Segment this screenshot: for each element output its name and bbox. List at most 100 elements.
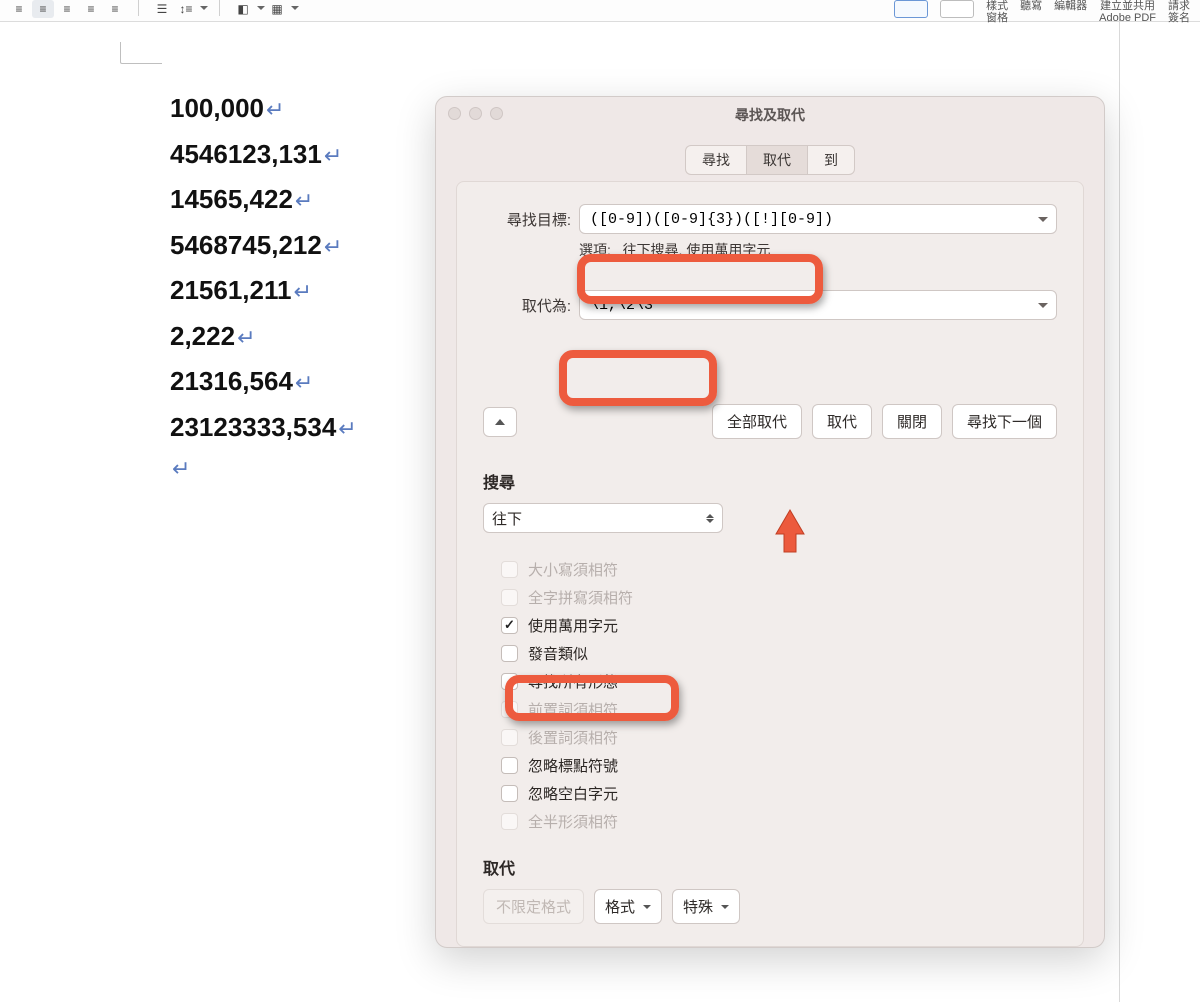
toolbar-separator <box>138 0 139 16</box>
search-section-title: 搜尋 <box>483 469 1057 493</box>
replace-button[interactable]: 取代 <box>812 404 872 439</box>
align-justify-icon[interactable]: ≡ <box>80 0 102 18</box>
checkbox-icon <box>501 813 518 830</box>
minimize-window-icon[interactable] <box>469 107 482 120</box>
ribbon-label-editor[interactable]: 編輯器 <box>1054 0 1087 12</box>
replace-section: 取代 不限定格式 格式 特殊 <box>483 855 1057 924</box>
zoom-window-icon[interactable] <box>490 107 503 120</box>
document-line: 4546123,131↵ <box>170 132 357 178</box>
annotation-arrow-icon <box>772 508 808 554</box>
line-spacing-icon[interactable]: ↕≡ <box>175 0 197 18</box>
replace-input[interactable] <box>580 297 1030 314</box>
document-line: 100,000↵ <box>170 86 357 132</box>
find-combo[interactable] <box>579 204 1057 234</box>
paragraph-mark-icon: ↵ <box>295 182 313 221</box>
tab-goto[interactable]: 到 <box>808 145 855 175</box>
ribbon-label-panes[interactable]: 樣式 窗格 <box>986 0 1008 24</box>
search-direction-select[interactable]: 往下 <box>483 503 723 533</box>
check-match-case: 大小寫須相符 <box>501 555 1057 583</box>
ruler-column <box>0 22 170 1001</box>
align-left-icon[interactable]: ≡ <box>8 0 30 18</box>
find-row: 尋找目標: <box>483 204 1057 234</box>
chevron-down-icon[interactable] <box>1030 217 1056 222</box>
ribbon-label-adobe-pdf[interactable]: 建立並共用 Adobe PDF <box>1099 0 1156 24</box>
replace-row: 取代為: <box>483 290 1057 320</box>
paragraph-group: ☰ ↕≡ <box>151 0 207 18</box>
ruler-tab-marker <box>120 42 162 64</box>
document-line: 21316,564↵ <box>170 359 357 405</box>
options-row: 選項: 往下搜尋, 使用萬用字元 <box>579 240 1057 260</box>
paragraph-mark-icon: ↵ <box>293 273 311 312</box>
no-format-button: 不限定格式 <box>483 889 584 924</box>
check-suffix: 後置詞須相符 <box>501 723 1057 751</box>
page-right-margin <box>1119 22 1120 1002</box>
paragraph-mark-icon: ↵ <box>324 228 342 267</box>
replace-combo[interactable] <box>579 290 1057 320</box>
paragraph-mark-icon: ↵ <box>295 364 313 403</box>
paragraph-mark-icon: ↵ <box>172 450 190 489</box>
chevron-down-icon[interactable] <box>290 6 298 12</box>
replace-all-button[interactable]: 全部取代 <box>712 404 802 439</box>
distribute-icon[interactable]: ≡ <box>104 0 126 18</box>
collapse-button[interactable] <box>483 407 517 437</box>
checkbox-icon <box>501 561 518 578</box>
dialog-tabs: 尋找 取代 到 <box>436 145 1104 175</box>
checkbox-checked-icon[interactable] <box>501 617 518 634</box>
alignment-group: ≡ ≡ ≡ ≡ ≡ <box>8 0 126 18</box>
tab-find[interactable]: 尋找 <box>685 145 746 175</box>
window-controls[interactable] <box>448 107 503 120</box>
checkbox-icon[interactable] <box>501 645 518 662</box>
document-content[interactable]: 100,000↵ 4546123,131↵ 14565,422↵ 5468745… <box>170 22 357 1001</box>
checkbox-icon[interactable] <box>501 673 518 690</box>
dialog-titlebar[interactable]: 尋找及取代 <box>436 97 1104 133</box>
ribbon-button-1[interactable] <box>894 0 928 18</box>
search-direction-value: 往下 <box>492 508 522 529</box>
format-dropdown-button[interactable]: 格式 <box>594 889 662 924</box>
find-next-button[interactable]: 尋找下一個 <box>952 404 1057 439</box>
dialog-inner-panel: 尋找目標: 選項: 往下搜尋, 使用萬用字元 取代為: 全部取代 取代 關閉 <box>456 181 1084 947</box>
check-wildcards[interactable]: 使用萬用字元 <box>501 611 1057 639</box>
checkbox-icon <box>501 701 518 718</box>
ribbon-label-dictation[interactable]: 聽寫 <box>1020 0 1042 12</box>
fill-border-group: ◧ ▦ <box>232 0 298 18</box>
check-all-forms[interactable]: 尋找所有形態 <box>501 667 1057 695</box>
paragraph-mark-icon: ↵ <box>237 319 255 358</box>
ribbon-button-2[interactable] <box>940 0 974 18</box>
chevron-down-icon[interactable] <box>199 6 207 12</box>
check-ignore-punct[interactable]: 忽略標點符號 <box>501 751 1057 779</box>
replace-section-title: 取代 <box>483 855 1057 879</box>
borders-icon[interactable]: ▦ <box>266 0 288 18</box>
chevron-down-icon[interactable] <box>1030 303 1056 308</box>
check-whole-word: 全字拼寫須相符 <box>501 583 1057 611</box>
check-prefix: 前置詞須相符 <box>501 695 1057 723</box>
replace-label: 取代為: <box>483 295 571 316</box>
action-buttons-row: 全部取代 取代 關閉 尋找下一個 <box>483 404 1057 439</box>
formatting-toolbar: ≡ ≡ ≡ ≡ ≡ ☰ ↕≡ ◧ ▦ 樣式 窗格 聽寫 編輯器 建立並共用 Ad… <box>0 0 1200 22</box>
select-chevrons-icon <box>706 514 714 523</box>
find-label: 尋找目標: <box>483 209 571 230</box>
paragraph-mark-icon: ↵ <box>338 410 356 449</box>
tab-replace[interactable]: 取代 <box>746 145 808 175</box>
checkbox-icon <box>501 589 518 606</box>
check-sounds-like[interactable]: 發音類似 <box>501 639 1057 667</box>
find-replace-dialog: 尋找及取代 尋找 取代 到 尋找目標: 選項: 往下搜尋, 使用萬用字元 取代為… <box>435 96 1105 948</box>
toolbar-separator <box>219 0 220 16</box>
paragraph-mark-icon: ↵ <box>324 137 342 176</box>
check-ignore-space[interactable]: 忽略空白字元 <box>501 779 1057 807</box>
options-label: 選項: <box>579 242 611 258</box>
align-right-icon[interactable]: ≡ <box>56 0 78 18</box>
checkbox-icon[interactable] <box>501 757 518 774</box>
checkbox-icon[interactable] <box>501 785 518 802</box>
document-line: 2,222↵ <box>170 314 357 360</box>
bullets-icon[interactable]: ☰ <box>151 0 173 18</box>
ribbon-right-labels: 樣式 窗格 聽寫 編輯器 建立並共用 Adobe PDF 請求 簽名 <box>894 0 1190 24</box>
align-center-icon[interactable]: ≡ <box>32 0 54 18</box>
special-dropdown-button[interactable]: 特殊 <box>672 889 740 924</box>
fill-icon[interactable]: ◧ <box>232 0 254 18</box>
close-button[interactable]: 關閉 <box>882 404 942 439</box>
find-input[interactable] <box>580 211 1030 228</box>
chevron-up-icon <box>495 419 505 425</box>
ribbon-label-signature[interactable]: 請求 簽名 <box>1168 0 1190 24</box>
chevron-down-icon[interactable] <box>256 6 264 12</box>
close-window-icon[interactable] <box>448 107 461 120</box>
